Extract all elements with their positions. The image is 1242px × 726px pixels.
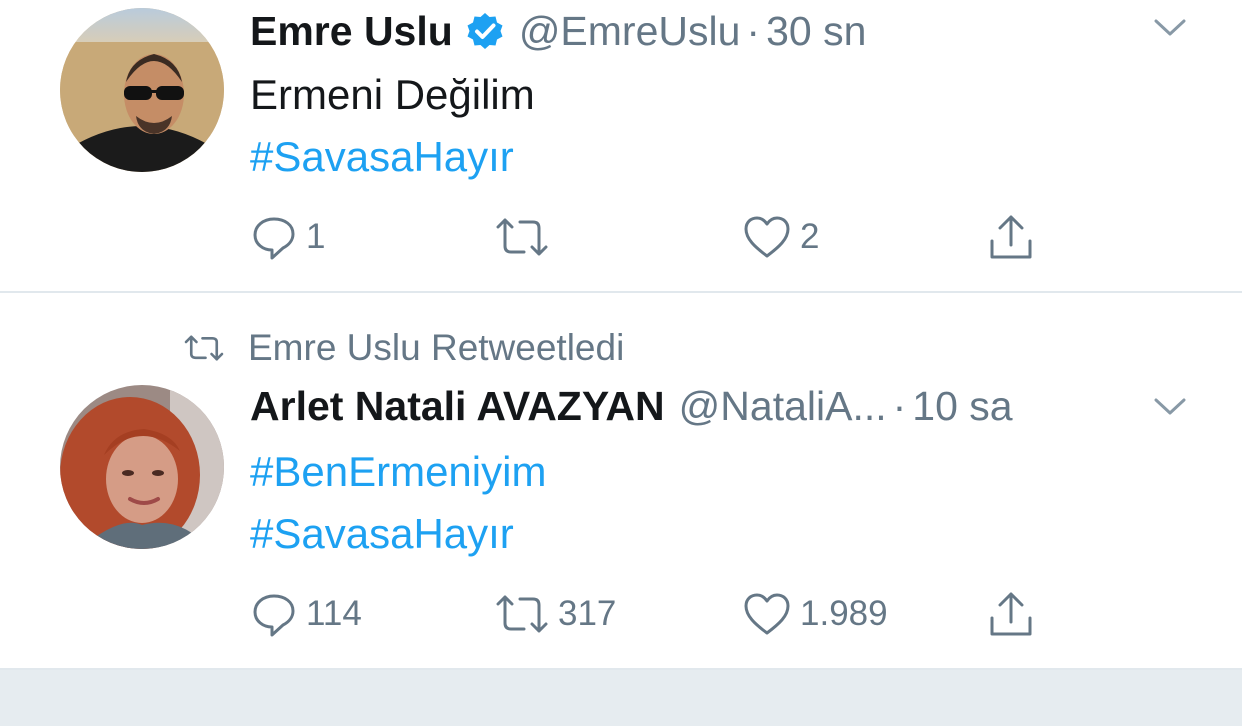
tweet-actions: 1 2	[250, 212, 1050, 262]
share-icon	[990, 592, 1032, 636]
author-handle[interactable]: @EmreUslu	[519, 8, 741, 55]
chevron-down-icon[interactable]	[1154, 397, 1186, 417]
like-count: 2	[800, 217, 820, 256]
tweet-text: Ermeni Değilim #SavasaHayır	[250, 64, 535, 188]
share-icon	[990, 215, 1032, 259]
reply-icon	[253, 594, 295, 637]
retweet-icon	[496, 218, 548, 256]
separator-dot: ·	[746, 7, 761, 54]
like-button[interactable]: 1.989	[742, 589, 888, 639]
avatar[interactable]	[60, 385, 224, 549]
tweet-actions: 114 317 1.989	[250, 589, 1050, 639]
author-handle[interactable]: @NataliA...	[679, 383, 887, 430]
reply-count: 114	[306, 594, 362, 633]
separator-dot: ·	[892, 382, 907, 429]
tweet-time[interactable]: 10 sa	[912, 383, 1012, 430]
tweet[interactable]: Arlet Natali AVAZYAN @NataliA... · 10 sa…	[0, 293, 1242, 669]
reply-count: 1	[306, 217, 326, 256]
author-name[interactable]: Arlet Natali AVAZYAN	[250, 383, 665, 430]
like-count: 1.989	[800, 594, 888, 633]
tweet-text: #BenErmeniyim #SavasaHayır	[250, 441, 546, 565]
tweet-time[interactable]: 30 sn	[766, 8, 866, 55]
like-icon	[744, 216, 790, 258]
share-button[interactable]	[986, 212, 1036, 262]
reply-button[interactable]: 114	[250, 589, 362, 639]
like-button[interactable]: 2	[742, 212, 819, 262]
chevron-down-icon[interactable]	[1154, 18, 1186, 38]
hashtag-link[interactable]: #SavasaHayır	[250, 126, 535, 188]
tweet-header: Arlet Natali AVAZYAN @NataliA... · 10 sa	[250, 381, 1013, 431]
avatar[interactable]	[60, 8, 224, 172]
like-icon	[744, 593, 790, 635]
tweet-header: Emre Uslu @EmreUslu · 30 sn	[250, 6, 866, 56]
verified-badge-icon	[465, 11, 505, 51]
retweet-button[interactable]	[494, 212, 558, 262]
retweet-icon	[496, 595, 548, 633]
retweet-count: 317	[558, 594, 617, 633]
hashtag-link[interactable]: #SavasaHayır	[250, 503, 546, 565]
reply-icon	[253, 217, 295, 260]
author-name[interactable]: Emre Uslu	[250, 8, 453, 55]
retweet-button[interactable]: 317	[494, 589, 616, 639]
timeline-gap	[0, 670, 1242, 726]
hashtag-link[interactable]: #BenErmeniyim	[250, 441, 546, 503]
tweet[interactable]: Emre Uslu @EmreUslu · 30 sn Ermeni Değil…	[0, 0, 1242, 292]
reply-button[interactable]: 1	[250, 212, 325, 262]
tweet-text-line: Ermeni Değilim	[250, 71, 535, 118]
share-button[interactable]	[986, 589, 1036, 639]
